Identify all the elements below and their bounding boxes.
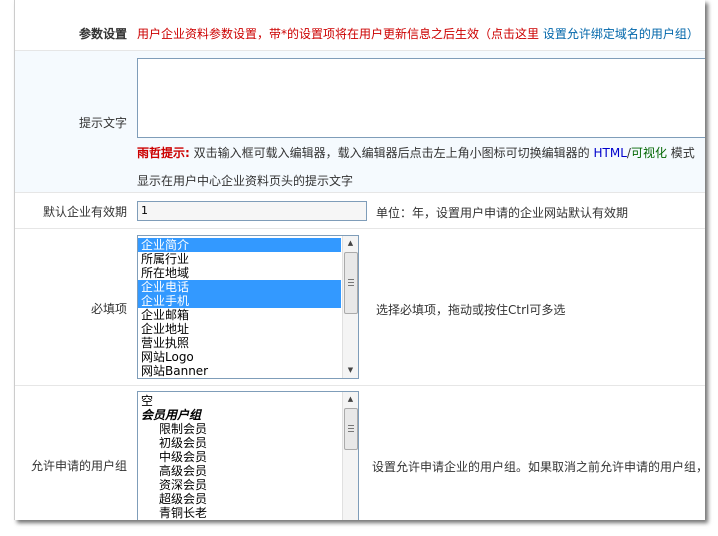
params-label: 参数设置	[78, 27, 127, 41]
scroll-up-icon[interactable]: ▲	[343, 392, 358, 407]
group-option[interactable]: 超级会员	[138, 492, 341, 506]
required-help: 选择必填项，拖动或按住Ctrl可多选	[376, 303, 566, 317]
row-divider	[15, 192, 705, 193]
group-option[interactable]: 中级会员	[138, 450, 341, 464]
row-divider	[15, 228, 705, 229]
required-option[interactable]: 企业邮箱	[138, 308, 341, 322]
html-mode-link[interactable]: HTML	[593, 146, 626, 160]
editor-hint: 雨哲提示: 双击输入框可载入编辑器，载入编辑器后点击左上角小图标可切换编辑器的 …	[137, 144, 695, 161]
group-option[interactable]: 青铜长老	[138, 506, 341, 520]
required-option[interactable]: 网站Logo	[138, 350, 341, 364]
group-option-empty[interactable]: 空	[138, 394, 341, 408]
groups-label: 允许申请的用户组	[30, 459, 127, 473]
required-option[interactable]: 所在地域	[138, 266, 341, 280]
tips-textarea[interactable]	[137, 58, 705, 138]
bind-domain-group-link[interactable]: 设置允许绑定域名的用户组）	[543, 27, 699, 41]
required-option[interactable]: 网站Banner	[138, 364, 341, 378]
group-option[interactable]: 资深会员	[138, 478, 341, 492]
params-note-text: 用户企业资料参数设置，带*的设置项将在用户更新信息之后生效（点击这里	[137, 27, 540, 41]
editor-hint-prefix: 雨哲提示:	[137, 146, 190, 160]
required-option[interactable]: 企业电话	[138, 280, 341, 294]
params-note: 用户企业资料参数设置，带*的设置项将在用户更新信息之后生效（点击这里 设置允许绑…	[137, 25, 699, 42]
row-divider	[15, 385, 705, 386]
allowed-groups-select[interactable]: 空 会员用户组 限制会员 初级会员 中级会员 高级会员 资深会员 超级会员 青铜长老 ▲	[137, 391, 359, 520]
validity-label: 默认企业有效期	[42, 205, 127, 219]
scroll-down-icon[interactable]: ▼	[343, 363, 358, 378]
required-option[interactable]: 企业地址	[138, 322, 341, 336]
editor-hint-text: 双击输入框可载入编辑器，载入编辑器后点击左上角小图标可切换编辑器的	[193, 146, 590, 160]
required-option[interactable]: 营业执照	[138, 336, 341, 350]
scroll-up-icon[interactable]: ▲	[343, 236, 358, 251]
tips-label: 提示文字	[78, 116, 127, 130]
groups-help: 设置允许申请企业的用户组。如果取消之前允许申请的用户组，	[372, 460, 705, 474]
tips-description: 显示在用户中心企业资料页头的提示文字	[137, 174, 354, 188]
required-label: 必填项	[90, 302, 127, 316]
params-row: 参数设置 用户企业资料参数设置，带*的设置项将在用户更新信息之后生效（点击这里 …	[15, 0, 705, 50]
group-option[interactable]: 限制会员	[138, 422, 341, 436]
required-option[interactable]: 所属行业	[138, 252, 341, 266]
group-member-options: 限制会员 初级会员 中级会员 高级会员 资深会员 超级会员 青铜长老	[138, 422, 341, 520]
group-option[interactable]: 高级会员	[138, 464, 341, 478]
required-option[interactable]: 企业手机	[138, 294, 341, 308]
mode-suffix: 模式	[670, 146, 695, 160]
validity-help: 单位：年，设置用户申请的企业网站默认有效期	[376, 206, 629, 220]
scroll-thumb[interactable]	[344, 408, 358, 450]
scrollbar[interactable]: ▲	[342, 392, 358, 520]
group-options: 空 会员用户组 限制会员 初级会员 中级会员 高级会员 资深会员 超级会员 青铜长老	[138, 394, 341, 520]
scrollbar[interactable]: ▲ ▼	[342, 236, 358, 378]
settings-panel: 参数设置 用户企业资料参数设置，带*的设置项将在用户更新信息之后生效（点击这里 …	[14, 0, 705, 520]
group-option[interactable]: 初级会员	[138, 436, 341, 450]
required-options: 企业简介 所属行业 所在地域 企业电话 企业手机 企业邮箱 企业地址 营业执照 网站Logo 网站…	[138, 238, 341, 378]
validity-input[interactable]: 1	[137, 201, 367, 221]
required-option[interactable]: 企业简介	[138, 238, 341, 252]
visual-mode-link[interactable]: 可视化	[631, 146, 667, 160]
required-fields-select[interactable]: 企业简介 所属行业 所在地域 企业电话 企业手机 企业邮箱 企业地址 营业执照 网站Logo 网站…	[137, 235, 359, 379]
scroll-thumb[interactable]	[344, 252, 358, 314]
group-optgroup-label: 会员用户组	[141, 408, 202, 422]
